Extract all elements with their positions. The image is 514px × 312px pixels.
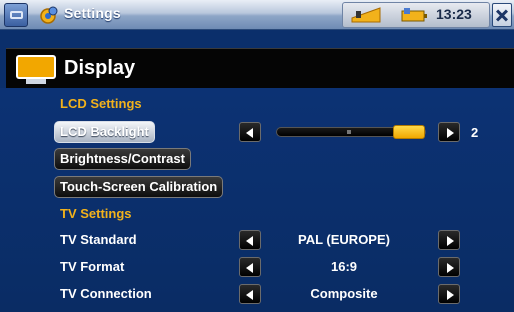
arrow-left-icon (246, 290, 253, 300)
clock: 13:23 (436, 6, 472, 22)
tv-connection-next-button[interactable] (438, 284, 460, 304)
backlight-decrease-button[interactable] (239, 122, 261, 142)
tv-standard-prev-button[interactable] (239, 230, 261, 250)
arrow-right-icon (447, 263, 454, 273)
backlight-increase-button[interactable] (438, 122, 460, 142)
arrow-left-icon (246, 128, 253, 138)
display-icon (16, 55, 56, 84)
tv-format-next-button[interactable] (438, 257, 460, 277)
touch-screen-calibration-button[interactable]: Touch-Screen Calibration (54, 176, 224, 198)
tv-connection-value: Composite (310, 286, 378, 301)
arrow-right-icon (447, 128, 454, 138)
tv-standard-next-button[interactable] (438, 230, 460, 250)
arrow-left-icon (246, 236, 253, 246)
page-title: Display (64, 57, 136, 79)
page-header: Display (6, 48, 514, 88)
tv-settings-title: TV Settings (60, 206, 132, 221)
arrow-right-icon (447, 236, 454, 246)
backlight-slider[interactable] (276, 125, 426, 139)
backlight-value: 2 (471, 125, 479, 140)
arrow-left-icon (246, 263, 253, 273)
volume-icon[interactable] (350, 6, 384, 24)
tv-standard-label: TV Standard (60, 232, 137, 247)
tv-format-label: TV Format (60, 259, 125, 274)
arrow-right-icon (447, 290, 454, 300)
app-title: Settings (64, 5, 121, 21)
menu-button[interactable] (4, 3, 28, 27)
tv-standard-value: PAL (EUROPE) (298, 232, 390, 247)
battery-icon (401, 8, 427, 22)
tv-connection-label: TV Connection (60, 286, 152, 301)
lcd-settings-title: LCD Settings (60, 96, 142, 111)
brightness-contrast-button[interactable]: Brightness/Contrast (54, 148, 191, 170)
menu-icon (10, 11, 23, 19)
status-bar: Settings 13:23 (0, 0, 514, 30)
slider-tick (347, 130, 351, 134)
tv-connection-prev-button[interactable] (239, 284, 261, 304)
close-button[interactable] (492, 3, 512, 27)
slider-thumb[interactable] (393, 125, 425, 139)
tv-format-prev-button[interactable] (239, 257, 261, 277)
lcd-backlight-button[interactable]: LCD Backlight (54, 121, 155, 143)
tv-format-value: 16:9 (330, 259, 358, 274)
gear-icon (40, 6, 58, 24)
